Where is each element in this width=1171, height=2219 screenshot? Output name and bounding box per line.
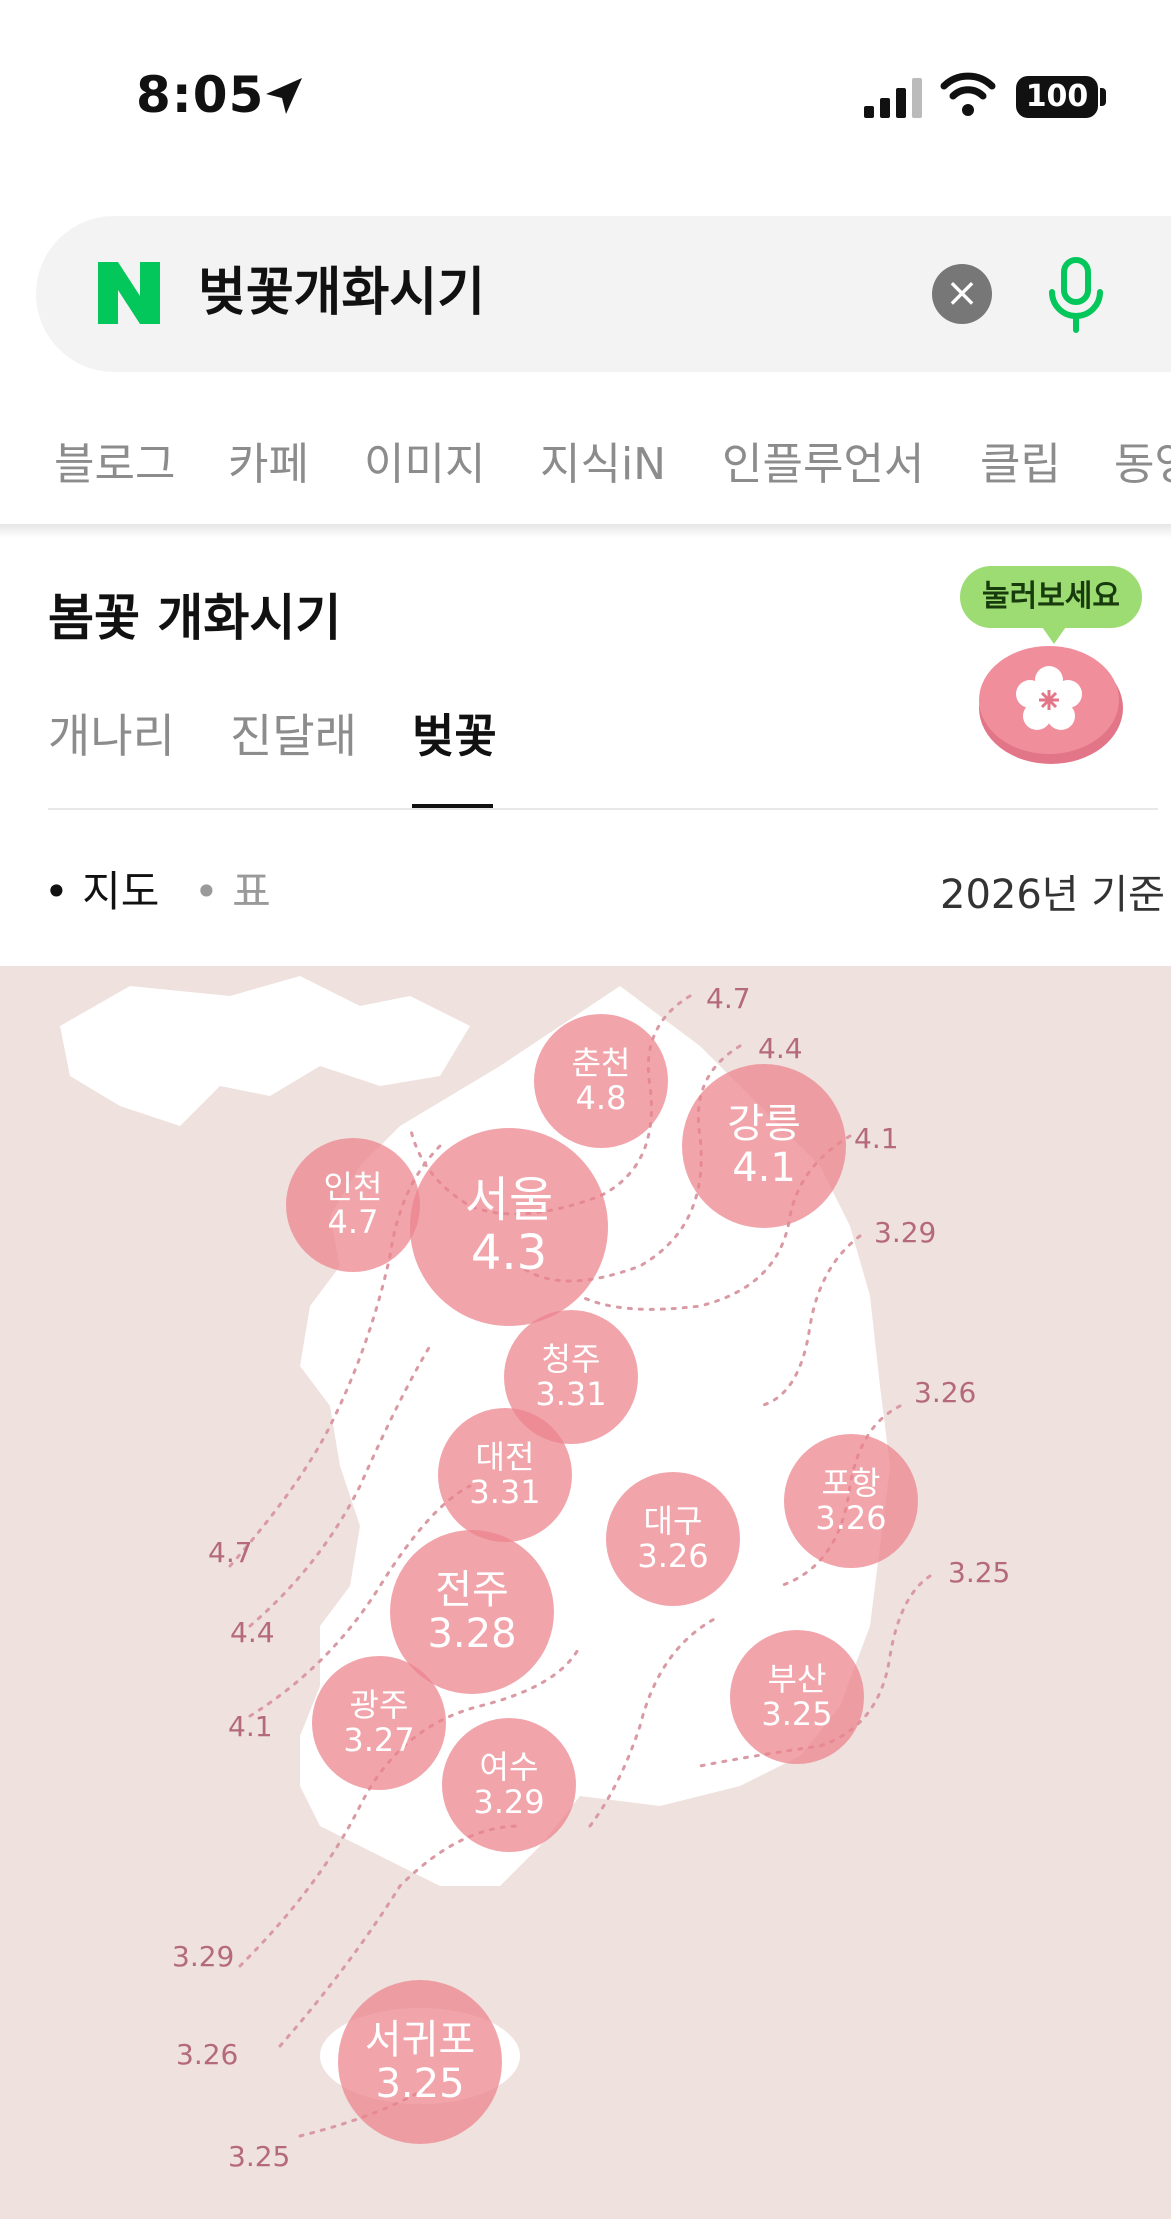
isoline-label: 4.1 [228, 1710, 273, 1743]
isoline-label: 4.4 [758, 1032, 803, 1065]
isoline-label: 4.1 [854, 1122, 899, 1155]
city-name: 서귀포 [364, 2017, 476, 2063]
tab-blog[interactable]: 블로그 [54, 428, 175, 492]
city-name: 서울 [464, 1172, 554, 1229]
wifi-icon [940, 72, 996, 116]
bloom-date: 3.27 [343, 1721, 415, 1759]
tab-azalea[interactable]: 진달래 [230, 700, 357, 766]
isoline-label: 4.4 [230, 1616, 275, 1649]
isoline-label: 4.7 [208, 1536, 253, 1569]
city-circle-gangneung[interactable]: 강릉 4.1 [682, 1064, 846, 1228]
bloom-date: 3.25 [375, 2061, 465, 2107]
microphone-icon[interactable] [1042, 256, 1110, 336]
bloom-date: 3.29 [473, 1783, 545, 1821]
bloom-date: 3.28 [427, 1611, 517, 1657]
city-circle-pohang[interactable]: 포항 3.26 [784, 1434, 918, 1568]
city-name: 대구 [643, 1501, 703, 1540]
category-tab-bar: 블로그 카페 이미지 지식iN 인플루언서 클립 동영 [0, 420, 1171, 506]
bloom-date: 4.8 [575, 1079, 627, 1117]
city-name: 여수 [479, 1747, 539, 1786]
bloom-map[interactable]: 춘천 4.8 강릉 4.1 인천 4.7 서울 4.3 청주 3.31 대전 3.31 대구… [0, 966, 1171, 2219]
city-name: 인천 [323, 1167, 383, 1206]
bloom-date: 3.31 [535, 1375, 607, 1413]
location-arrow-icon [266, 78, 302, 114]
view-option-table[interactable]: • 표 [194, 858, 271, 919]
isoline-label: 3.25 [228, 2140, 291, 2173]
city-name: 전주 [435, 1567, 509, 1613]
cellular-signal-icon [864, 78, 922, 118]
city-name: 강릉 [727, 1101, 801, 1147]
naver-logo-icon[interactable] [94, 258, 164, 328]
city-name: 광주 [349, 1685, 409, 1724]
tab-cherry-blossom[interactable]: 벚꽃 [412, 700, 497, 766]
city-circle-gwangju[interactable]: 광주 3.27 [312, 1656, 446, 1790]
tab-clip[interactable]: 클립 [980, 428, 1061, 492]
bloom-date: 4.7 [327, 1203, 379, 1241]
city-name: 춘천 [571, 1043, 631, 1082]
isoline-label: 3.26 [176, 2038, 239, 2071]
search-input[interactable]: 벚꽃개화시기 [198, 258, 485, 328]
tab-knowledge-in[interactable]: 지식iN [540, 428, 666, 492]
tab-influencer[interactable]: 인플루언서 [722, 428, 924, 492]
city-name: 청주 [541, 1339, 601, 1378]
city-circle-seoul[interactable]: 서울 4.3 [410, 1128, 608, 1326]
city-circle-chuncheon[interactable]: 춘천 4.8 [534, 1014, 668, 1148]
bloom-date: 4.3 [470, 1225, 548, 1281]
bloom-date: 3.25 [761, 1695, 833, 1733]
tab-forsythia[interactable]: 개나리 [48, 700, 175, 766]
korea-map-shape [60, 976, 932, 2138]
isoline-label: 3.25 [948, 1556, 1011, 1589]
isoline-label: 3.29 [874, 1216, 937, 1249]
view-option-map[interactable]: • 지도 [44, 858, 159, 919]
clear-search-button[interactable]: × [932, 264, 992, 324]
city-circle-busan[interactable]: 부산 3.25 [730, 1630, 864, 1764]
tab-divider [48, 808, 1158, 810]
battery-tip [1100, 88, 1106, 106]
isoline-label: 3.26 [914, 1376, 977, 1409]
city-circle-seogwipo[interactable]: 서귀포 3.25 [338, 1980, 502, 2144]
header-divider [0, 524, 1171, 538]
tap-hint-badge: 눌러보세요 [960, 566, 1142, 628]
tab-cafe[interactable]: 카페 [228, 428, 309, 492]
bloom-date: 4.1 [732, 1145, 796, 1191]
city-circle-daejeon[interactable]: 대전 3.31 [438, 1408, 572, 1542]
bloom-date: 3.26 [815, 1499, 887, 1537]
view-option-table-label: 표 [232, 867, 271, 916]
city-circle-daegu[interactable]: 대구 3.26 [606, 1472, 740, 1606]
bloom-date: 3.31 [469, 1473, 541, 1511]
city-circle-incheon[interactable]: 인천 4.7 [286, 1138, 420, 1272]
tab-video[interactable]: 동영 [1114, 428, 1171, 492]
city-circle-yeosu[interactable]: 여수 3.29 [442, 1718, 576, 1852]
battery-indicator: 100 [1016, 76, 1098, 118]
city-name: 포항 [821, 1463, 881, 1502]
card-title: 봄꽃 개화시기 [48, 589, 342, 647]
basis-year: 2026년 기준 [940, 872, 1165, 918]
cherry-blossom-button-icon[interactable] [976, 626, 1126, 766]
active-tab-indicator [412, 804, 493, 808]
city-name: 부산 [767, 1659, 827, 1698]
bloom-date: 3.26 [637, 1537, 709, 1575]
tab-image[interactable]: 이미지 [364, 428, 485, 492]
city-name: 대전 [475, 1437, 535, 1476]
isoline-label: 4.7 [706, 982, 751, 1015]
isoline-label: 3.29 [172, 1940, 235, 1973]
status-time: 8:05 [136, 66, 265, 124]
view-option-map-label: 지도 [82, 867, 160, 916]
